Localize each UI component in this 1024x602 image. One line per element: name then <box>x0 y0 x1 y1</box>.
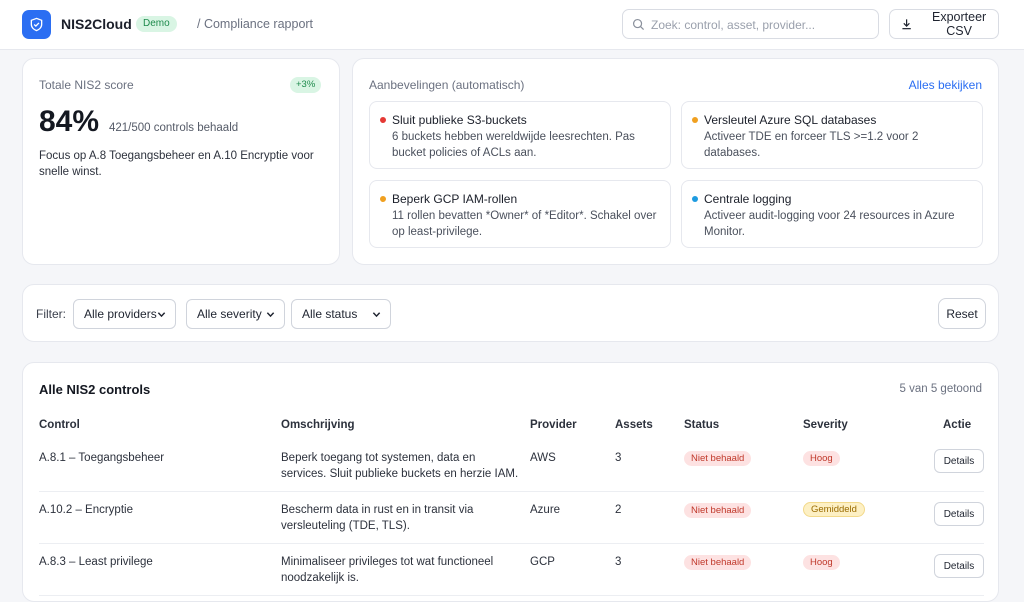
severity-select[interactable]: Alle severity <box>186 299 285 329</box>
severity-badge: Hoog <box>803 555 840 570</box>
column-header-action: Actie <box>943 419 972 431</box>
recommendations-title: Aanbevelingen (automatisch) <box>369 78 525 92</box>
cell-description: Beperk toegang tot systemen, data en ser… <box>281 452 519 480</box>
status-select[interactable]: Alle status <box>291 299 391 329</box>
recommendation-title: Centrale logging <box>704 192 792 206</box>
recommendation-item[interactable]: Beperk GCP IAM-rollen 11 rollen bevatten… <box>369 180 671 248</box>
reset-button[interactable]: Reset <box>938 298 986 329</box>
column-header-severity[interactable]: Severity <box>803 419 848 431</box>
top-bar: NIS2Cloud Demo / Compliance rapport Expo… <box>0 0 1024 50</box>
cell-assets: 2 <box>615 504 622 516</box>
search-icon <box>632 18 645 31</box>
table-row: A.8.3 – Least privilege Minimaliseer pri… <box>39 544 984 596</box>
controls-table-card: Alle NIS2 controls 5 van 5 getoond Contr… <box>22 362 999 602</box>
details-button[interactable]: Details <box>934 502 984 526</box>
severity-dot-icon <box>380 196 386 202</box>
status-select-value: Alle status <box>302 307 358 321</box>
recommendation-title: Sluit publieke S3-buckets <box>392 113 527 127</box>
recommendation-title: Beperk GCP IAM-rollen <box>392 192 518 206</box>
cell-control: A.8.3 – Least privilege <box>39 556 153 568</box>
view-all-link[interactable]: Alles bekijken <box>909 78 982 92</box>
export-csv-label: Exporteer CSV <box>932 10 987 38</box>
brand-name[interactable]: NIS2Cloud <box>61 16 132 32</box>
recommendation-title: Versleutel Azure SQL databases <box>704 113 877 127</box>
column-header-assets[interactable]: Assets <box>615 419 653 431</box>
chevron-down-icon <box>372 312 381 318</box>
column-header-control[interactable]: Control <box>39 419 80 431</box>
cell-provider: GCP <box>530 556 555 568</box>
severity-badge: Hoog <box>803 451 840 466</box>
recommendation-item[interactable]: Sluit publieke S3-buckets 6 buckets hebb… <box>369 101 671 169</box>
filter-label: Filter: <box>36 307 66 321</box>
recommendation-item[interactable]: Versleutel Azure SQL databases Activeer … <box>681 101 983 169</box>
status-badge: Niet behaald <box>684 503 752 518</box>
column-header-description[interactable]: Omschrijving <box>281 419 355 431</box>
search-box[interactable] <box>622 9 879 39</box>
breadcrumb: / Compliance rapport <box>197 17 314 31</box>
cell-provider: AWS <box>530 452 556 464</box>
recommendation-item[interactable]: Centrale logging Activeer audit-logging … <box>681 180 983 248</box>
table-row: A.10.2 – Encryptie Bescherm data in rust… <box>39 492 984 544</box>
score-delta-badge: +3% <box>290 77 322 93</box>
table-title: Alle NIS2 controls <box>39 382 151 397</box>
cell-assets: 3 <box>615 452 622 464</box>
score-focus-text: Focus op A.8 Toegangsbeheer en A.10 Encr… <box>39 150 314 178</box>
score-value: 84% <box>39 105 100 138</box>
shield-check-icon[interactable] <box>22 10 51 39</box>
cell-description: Minimaliseer privileges tot wat function… <box>281 556 494 584</box>
export-csv-button[interactable]: Exporteer CSV <box>889 9 999 39</box>
cell-assets: 3 <box>615 556 622 568</box>
provider-select[interactable]: Alle providers <box>73 299 176 329</box>
status-badge: Niet behaald <box>684 451 752 466</box>
download-icon <box>902 19 911 30</box>
recommendations-card: Aanbevelingen (automatisch) Alles bekijk… <box>352 58 999 265</box>
severity-dot-icon <box>692 117 698 123</box>
search-input[interactable] <box>651 15 871 34</box>
severity-select-value: Alle severity <box>197 307 262 321</box>
chevron-down-icon <box>157 312 166 318</box>
cell-control: A.10.2 – Encryptie <box>39 504 133 516</box>
chevron-down-icon <box>266 312 275 318</box>
severity-badge: Gemiddeld <box>803 502 865 517</box>
severity-dot-icon <box>692 196 698 202</box>
recommendation-body: Activeer audit-logging voor 24 resources… <box>704 210 955 238</box>
severity-dot-icon <box>380 117 386 123</box>
score-card: Totale NIS2 score +3% 84% 421/500 contro… <box>22 58 340 265</box>
filter-bar: Filter: Alle providers Alle severity All… <box>22 284 999 342</box>
details-button[interactable]: Details <box>934 554 984 578</box>
recommendation-body: 6 buckets hebben wereldwijde leesrechten… <box>392 131 635 159</box>
provider-select-value: Alle providers <box>84 307 157 321</box>
details-button[interactable]: Details <box>934 449 984 473</box>
recommendation-body: Activeer TDE en forceer TLS >=1.2 voor 2… <box>704 131 919 159</box>
cell-description: Bescherm data in rust en in transit via … <box>281 504 474 532</box>
recommendation-body: 11 rollen bevatten *Owner* of *Editor*. … <box>392 210 657 238</box>
score-label: Totale NIS2 score <box>39 78 134 92</box>
table-count: 5 van 5 getoond <box>899 383 983 395</box>
cell-provider: Azure <box>530 504 561 516</box>
column-header-provider[interactable]: Provider <box>530 419 577 431</box>
table-row: A.8.1 – Toegangsbeheer Beperk toegang to… <box>39 440 984 492</box>
cell-control: A.8.1 – Toegangsbeheer <box>39 452 165 464</box>
column-header-status[interactable]: Status <box>684 419 719 431</box>
score-controls-count: 421/500 controls behaald <box>109 122 239 134</box>
env-badge: Demo <box>136 16 177 32</box>
status-badge: Niet behaald <box>684 555 752 570</box>
